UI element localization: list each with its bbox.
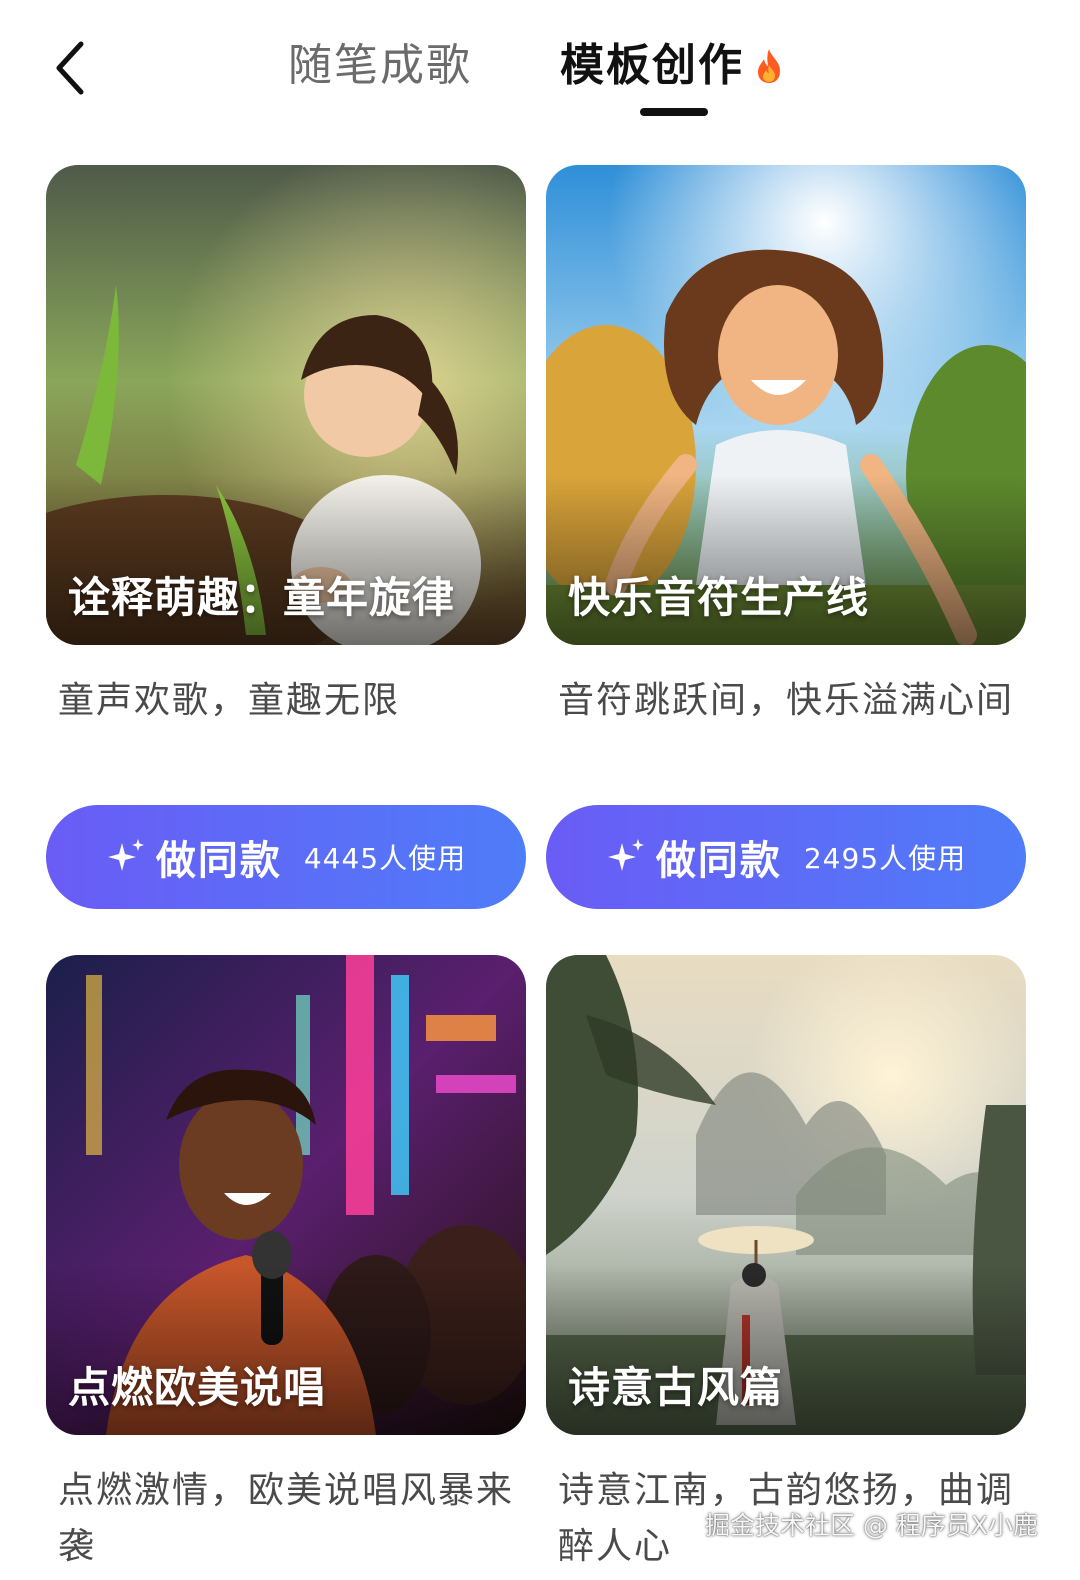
usage-count: 2495人使用 [803,842,967,875]
watermark: 掘金技术社区 @ 程序员X小鹿 [704,1511,1038,1540]
sparkle-icon [107,839,144,871]
sparkle-icon [607,839,644,871]
template-title: 快乐音符生产线 [568,573,870,622]
make-same-label: 做同款 [155,838,282,884]
top-tab-bar: 随笔成歌 模板创作 [0,0,1080,130]
template-description: 童声欢歌，童趣无限 [58,680,401,721]
active-tab-indicator [640,108,708,116]
tab-template-label: 模板创作 [560,40,744,91]
template-cover-image[interactable]: 诗意古风篇 [546,955,1026,1435]
template-card[interactable]: 诠释萌趣：童年旋律 童声欢歌，童趣无限 做同款 4445人使用 [46,165,526,909]
template-description: 音符跳跃间，快乐溢满心间 [558,680,1015,721]
template-title: 点燃欧美说唱 [68,1363,327,1412]
tab-template-creation[interactable]: 模板创作 [560,36,784,96]
fire-icon [758,49,780,83]
template-cover-image[interactable]: 诠释萌趣：童年旋律 [46,165,526,645]
template-description: 点燃激情，欧美说唱风暴来袭 [58,1470,515,1567]
make-same-button[interactable]: 做同款 4445人使用 [46,805,526,909]
template-title: 诠释萌趣：童年旋律 [68,573,456,622]
template-cover-image[interactable]: 点燃欧美说唱 [46,955,526,1435]
back-button[interactable] [40,36,100,100]
tab-notes-to-song[interactable]: 随笔成歌 [288,36,472,96]
usage-count: 4445人使用 [303,842,467,875]
template-card[interactable]: 快乐音符生产线 音符跳跃间，快乐溢满心间 做同款 2495人使用 [546,165,1026,909]
template-cover-image[interactable]: 快乐音符生产线 [546,165,1026,645]
template-card[interactable]: 诗意古风篇 诗意江南，古韵悠扬，曲调醉人心 [546,955,1026,1575]
make-same-label: 做同款 [655,838,782,884]
template-title: 诗意古风篇 [568,1363,784,1412]
make-same-button[interactable]: 做同款 2495人使用 [546,805,1026,909]
template-card[interactable]: 点燃欧美说唱 点燃激情，欧美说唱风暴来袭 [46,955,526,1575]
chevron-left-icon [56,41,84,95]
